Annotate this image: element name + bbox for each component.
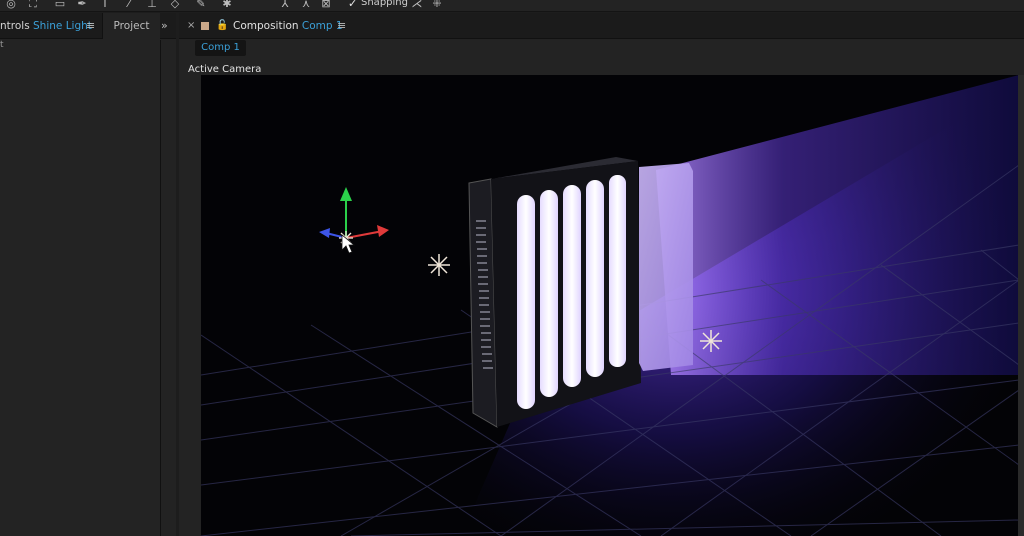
active-camera-label: Active Camera [188, 64, 262, 75]
snap-options-icon[interactable]: ⋌ [410, 0, 424, 10]
composition-panel: × 🔓 Composition Comp 1 ≡ Comp 1 Active C… [179, 13, 1024, 536]
rectangle-tool-icon[interactable]: ▭ [53, 0, 67, 10]
snapping-checkbox[interactable]: ✓ [348, 0, 357, 10]
composition-menu-icon[interactable]: ≡ [337, 13, 346, 39]
tab-project[interactable]: Project [102, 13, 160, 39]
local-axis-mode-icon[interactable]: ⅄ [278, 0, 292, 10]
comp-navigator-tab[interactable]: Comp 1 [195, 40, 246, 56]
tab-composition[interactable]: Composition Comp 1 [233, 13, 343, 39]
pan-behind-tool-icon[interactable]: ⛶ [26, 0, 40, 10]
tab-composition-prefix: Composition [233, 20, 299, 32]
tab-effect-controls[interactable]: ntrols Shine Light [0, 13, 100, 39]
puppet-pin-tool-icon[interactable]: ✱ [220, 0, 234, 10]
brush-tool-icon[interactable]: ⁄ [122, 0, 136, 10]
type-tool-icon[interactable]: T [98, 0, 112, 10]
composition-tabbar: × 🔓 Composition Comp 1 ≡ [179, 13, 1024, 39]
viewer-scene [201, 75, 1019, 536]
pen-tool-icon[interactable]: ✒ [75, 0, 89, 10]
snap-grid-icon[interactable]: ⁜ [430, 0, 444, 10]
orbit-camera-tool-icon[interactable]: ◎ [4, 0, 18, 10]
eraser-tool-icon[interactable]: ◇ [168, 0, 182, 10]
world-axis-mode-icon[interactable]: ⋏ [299, 0, 313, 10]
snapping-label: Snapping [361, 0, 408, 8]
effect-row: t [0, 40, 160, 54]
viewer-scrollbar[interactable] [1018, 75, 1024, 536]
composition-viewer[interactable] [201, 75, 1019, 536]
light-marker-left[interactable] [428, 254, 450, 276]
tab-effect-controls-layer: Shine Light [33, 20, 92, 32]
light-marker-right[interactable] [700, 330, 722, 352]
lock-icon[interactable]: 🔓 [216, 13, 228, 39]
view-axis-mode-icon[interactable]: ⊠ [319, 0, 333, 10]
more-panels-icon[interactable]: » [161, 13, 168, 39]
tools-toolbar: ◎ ⛶ ▭ ✒ T ⁄ ⊥ ◇ ✎ ✱ ⅄ ⋏ ⊠ ✓ Snapping ⋌ ⁜ [0, 0, 1024, 12]
left-panel-tabbar: ntrols Shine Light ≡ Project » [0, 13, 176, 39]
panel-divider[interactable] [160, 40, 161, 536]
roto-brush-tool-icon[interactable]: ✎ [194, 0, 208, 10]
clone-stamp-tool-icon[interactable]: ⊥ [145, 0, 159, 10]
panel-menu-icon[interactable]: ≡ [86, 13, 95, 39]
effect-row-label: t [0, 40, 4, 50]
comp-label-color-swatch [201, 22, 209, 30]
effect-controls-panel: ntrols Shine Light ≡ Project » t [0, 13, 176, 536]
close-panel-icon[interactable]: × [187, 13, 195, 39]
tab-effect-controls-label: ntrols [0, 20, 30, 32]
